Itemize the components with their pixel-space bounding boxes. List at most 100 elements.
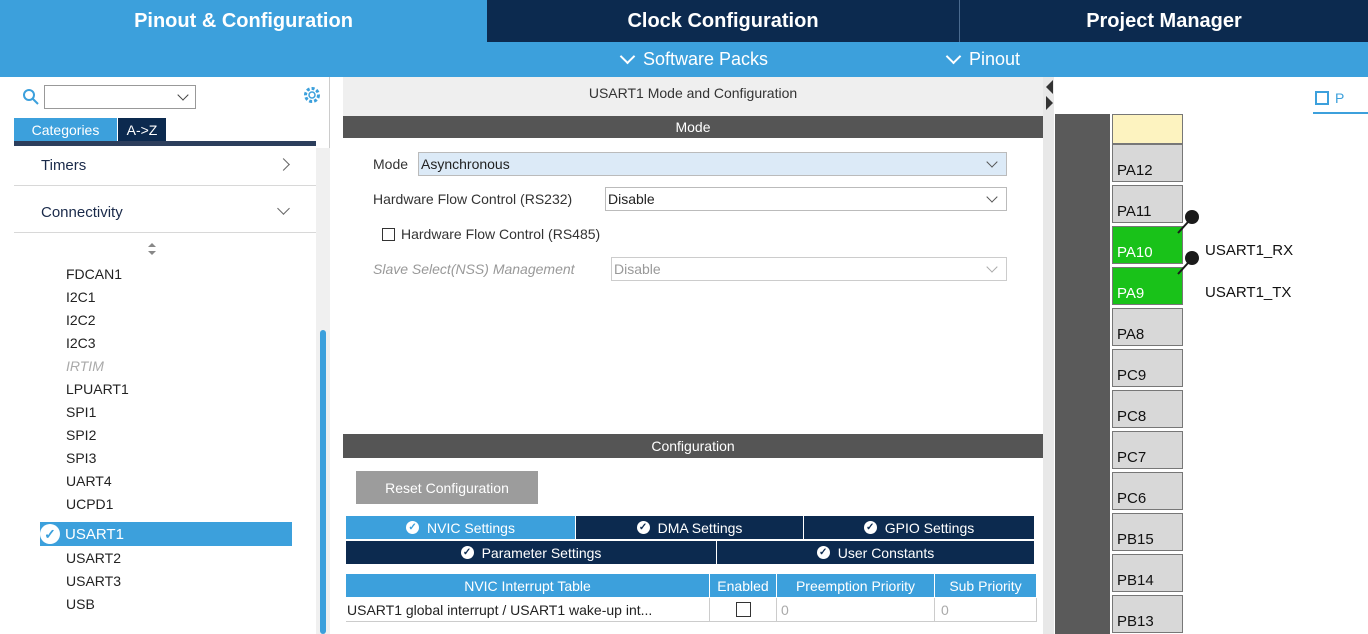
tab-label: User Constants (837, 544, 935, 561)
chip-icon (1315, 91, 1329, 105)
tab-project-manager[interactable]: Project Manager (960, 0, 1368, 42)
tab-label: NVIC Settings (427, 519, 515, 536)
tab-clock-configuration[interactable]: Clock Configuration (487, 0, 960, 42)
mode-select[interactable]: Asynchronous (418, 152, 1007, 176)
pinout-label: Pinout (969, 49, 1021, 69)
list-item-ucpd1[interactable]: UCPD1 (66, 492, 113, 515)
pin-pc7[interactable]: PC7 (1112, 431, 1183, 469)
table-row[interactable]: USART1 global interrupt / USART1 wake-up… (346, 598, 710, 622)
hfc-rs232-select[interactable]: Disable (605, 187, 1007, 211)
sort-icon[interactable] (147, 242, 157, 256)
software-packs-menu[interactable]: Software Packs (619, 42, 769, 77)
chevron-down-icon (177, 89, 189, 101)
chevron-down-icon (277, 202, 290, 215)
sub-priority-cell[interactable]: 0 (935, 598, 1037, 622)
scrollbar-thumb[interactable] (320, 330, 326, 634)
list-item-usart2[interactable]: USART2 (66, 546, 121, 569)
list-item-fdcan1[interactable]: FDCAN1 (66, 262, 122, 285)
column-header-preemption[interactable]: Preemption Priority (777, 574, 935, 597)
column-header-enabled[interactable]: Enabled (710, 574, 777, 597)
tab-label: A->Z (126, 122, 158, 138)
check-icon: ✓ (40, 524, 60, 544)
chevron-down-icon (986, 156, 998, 168)
nss-select[interactable]: Disable (611, 257, 1007, 281)
pin-vss[interactable] (1112, 114, 1183, 144)
search-icon (23, 89, 39, 105)
tab-categories[interactable]: Categories (14, 118, 117, 142)
tab-label: P (1335, 90, 1345, 106)
mode-header: Mode (343, 116, 1043, 138)
tab-pinout-configuration[interactable]: Pinout & Configuration (0, 0, 487, 42)
pin-pc6[interactable]: PC6 (1112, 472, 1183, 510)
tab-nvic-settings[interactable]: ✓ NVIC Settings (346, 516, 576, 539)
chevron-down-icon (986, 191, 998, 203)
pin-pb14[interactable]: PB14 (1112, 554, 1183, 592)
mode-value: Asynchronous (421, 156, 510, 172)
category-connectivity[interactable]: Connectivity (14, 192, 316, 232)
tab-label: Project Manager (1086, 9, 1242, 32)
nss-label: Slave Select(NSS) Management (373, 261, 575, 277)
column-header-interrupt[interactable]: NVIC Interrupt Table (346, 574, 710, 597)
pinout-tab[interactable]: P (1313, 84, 1368, 114)
tab-gpio-settings[interactable]: ✓ GPIO Settings (804, 516, 1035, 539)
preemption-value: 0 (781, 601, 789, 618)
hfc-rs485-label: Hardware Flow Control (RS485) (401, 226, 601, 242)
pin-pc8[interactable]: PC8 (1112, 390, 1183, 428)
panel-title: USART1 Mode and Configuration (588, 85, 798, 101)
preemption-cell[interactable]: 0 (777, 598, 935, 622)
list-item-usart3[interactable]: USART3 (66, 569, 121, 592)
sub-priority-value: 0 (941, 601, 949, 618)
pin-pb15[interactable]: PB15 (1112, 513, 1183, 551)
tab-parameter-settings[interactable]: ✓ Parameter Settings (346, 541, 717, 564)
check-icon: ✓ (636, 521, 650, 534)
pin-pa9[interactable]: PA9 (1112, 267, 1183, 305)
list-item-i2c3[interactable]: I2C3 (66, 331, 96, 354)
category-label: Connectivity (41, 203, 123, 221)
search-input[interactable] (44, 85, 196, 109)
tab-label: GPIO Settings (884, 519, 975, 536)
pin-pa12[interactable]: PA12 (1112, 144, 1183, 182)
tab-label: Clock Configuration (627, 9, 819, 32)
list-item-i2c2[interactable]: I2C2 (66, 308, 96, 331)
list-item-irtim[interactable]: IRTIM (66, 354, 104, 377)
list-item-spi1[interactable]: SPI1 (66, 400, 96, 423)
pin-pa10[interactable]: PA10 (1112, 226, 1183, 264)
chevron-down-icon (945, 48, 962, 65)
chip-body (1055, 114, 1110, 634)
list-item-uart4[interactable]: UART4 (66, 469, 112, 492)
button-label: Reset Configuration (385, 479, 509, 496)
configuration-header: Configuration (343, 434, 1043, 458)
enabled-cell[interactable] (710, 598, 777, 622)
list-item-i2c1[interactable]: I2C1 (66, 285, 96, 308)
chevron-down-icon (986, 261, 998, 273)
reset-configuration-button[interactable]: Reset Configuration (356, 471, 538, 504)
tab-user-constants[interactable]: ✓ User Constants (717, 541, 1035, 564)
pin-pc9[interactable]: PC9 (1112, 349, 1183, 387)
list-item-spi3[interactable]: SPI3 (66, 446, 96, 469)
list-item-spi2[interactable]: SPI2 (66, 423, 96, 446)
divider (14, 232, 316, 233)
pin-pa8[interactable]: PA8 (1112, 308, 1183, 346)
hfc-rs485-checkbox[interactable] (382, 228, 395, 241)
gear-icon[interactable] (302, 85, 322, 105)
chevron-down-icon (619, 48, 636, 65)
divider (14, 185, 316, 186)
category-timers[interactable]: Timers (14, 145, 316, 185)
pin-pa11[interactable]: PA11 (1112, 185, 1183, 223)
collapse-arrows-icon[interactable] (1043, 78, 1054, 112)
list-item-usb[interactable]: USB (66, 592, 95, 615)
pin-pb13[interactable]: PB13 (1112, 595, 1183, 633)
check-icon: ✓ (863, 521, 877, 534)
list-item-lpuart1[interactable]: LPUART1 (66, 377, 129, 400)
panel-splitter[interactable] (1043, 77, 1054, 634)
tab-a-to-z[interactable]: A->Z (118, 118, 166, 142)
hfc-rs232-label: Hardware Flow Control (RS232) (373, 191, 573, 207)
enabled-checkbox[interactable] (735, 602, 751, 617)
tab-dma-settings[interactable]: ✓ DMA Settings (576, 516, 804, 539)
pinout-menu[interactable]: Pinout (945, 42, 1021, 77)
list-item-usart1-selected[interactable]: ✓ USART1 (40, 522, 292, 546)
column-header-sub-priority[interactable]: Sub Priority (935, 574, 1037, 597)
tab-label: DMA Settings (657, 519, 743, 536)
software-packs-label: Software Packs (643, 49, 769, 69)
check-icon: ✓ (816, 546, 830, 559)
